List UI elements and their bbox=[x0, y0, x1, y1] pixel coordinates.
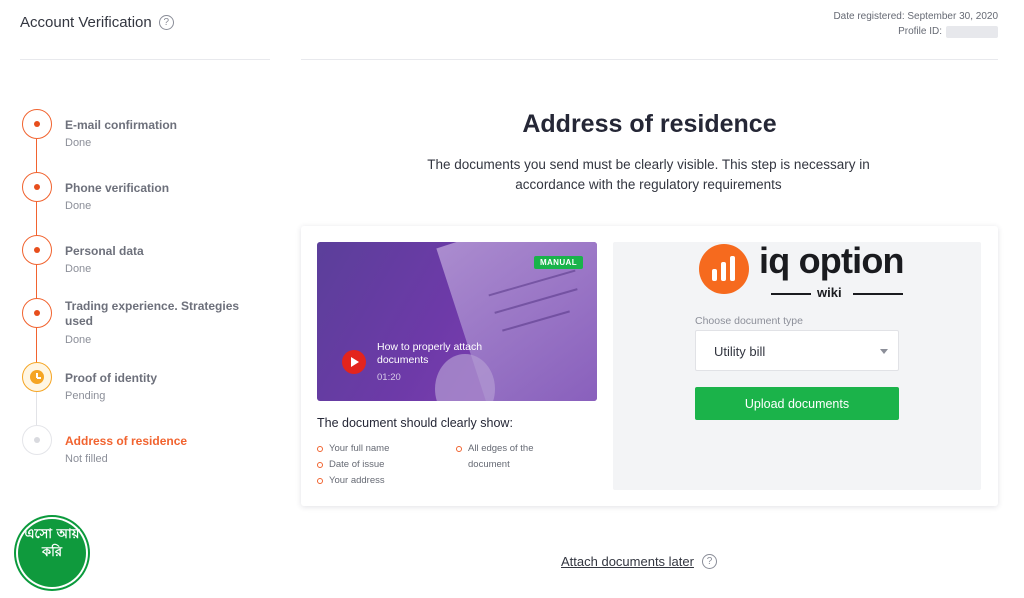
iq-option-wiki-logo: iq option wiki bbox=[699, 240, 909, 306]
requirement-item: Your address bbox=[317, 473, 385, 489]
profile-id-row: Profile ID: bbox=[833, 24, 998, 39]
question-circle-icon[interactable]: ? bbox=[701, 554, 717, 569]
chevron-down-icon bbox=[880, 349, 888, 354]
step-title: Address of residence bbox=[65, 434, 188, 448]
requirement-item: All edges of the document bbox=[456, 441, 556, 473]
bar-chart-logo-icon bbox=[699, 244, 749, 294]
step-done-icon bbox=[22, 298, 52, 328]
step-status: Done bbox=[65, 263, 92, 275]
question-circle-icon[interactable]: ? bbox=[158, 15, 174, 30]
step-title: Phone verification bbox=[65, 181, 170, 195]
document-type-select[interactable]: Utility bill bbox=[695, 330, 899, 371]
verification-steps: E-mail confirmation Done Phone verificat… bbox=[22, 109, 282, 469]
badge-text: এসো আয় করি bbox=[18, 519, 86, 587]
profile-id-redacted bbox=[946, 25, 998, 38]
requirement-item: Date of issue bbox=[317, 457, 384, 473]
document-type-label: Choose document type bbox=[695, 315, 803, 327]
attach-later: Attach documents later ? bbox=[561, 554, 717, 569]
profile-id-label: Profile ID: bbox=[898, 26, 942, 37]
page-title: Account Verification ? bbox=[20, 14, 174, 31]
step-status: Done bbox=[65, 200, 92, 212]
step-status: Done bbox=[65, 334, 92, 346]
bullet-icon bbox=[317, 446, 323, 452]
logo-wiki-text: wiki bbox=[817, 285, 842, 300]
manual-badge: MANUAL bbox=[533, 256, 583, 269]
play-icon[interactable] bbox=[342, 350, 366, 374]
requirement-text: Your full name bbox=[329, 443, 390, 454]
bullet-icon bbox=[317, 478, 323, 484]
requirement-item: Your full name bbox=[317, 441, 389, 457]
video-title[interactable]: How to properly attach documents bbox=[377, 341, 507, 367]
main-divider bbox=[301, 59, 998, 60]
step-status: Pending bbox=[65, 390, 106, 402]
upload-card: MANUAL How to properly attach documents … bbox=[301, 226, 998, 506]
document-upload-panel: iq option wiki Choose document type Util… bbox=[613, 240, 981, 490]
step-empty-icon bbox=[22, 425, 52, 455]
step-title: Trading experience. Strategies used bbox=[65, 299, 240, 328]
step-done-icon bbox=[22, 235, 52, 265]
step-title: Personal data bbox=[65, 244, 144, 258]
section-subtitle: The documents you send must be clearly v… bbox=[427, 157, 870, 192]
progress-line-remaining bbox=[36, 392, 37, 427]
step-title: Proof of identity bbox=[65, 371, 157, 385]
step-done-icon bbox=[22, 109, 52, 139]
step-done-icon bbox=[22, 172, 52, 202]
video-duration: 01:20 bbox=[377, 372, 401, 383]
section-title: Address of residence bbox=[522, 110, 777, 138]
bullet-icon bbox=[317, 462, 323, 468]
step-title: E-mail confirmation bbox=[65, 118, 178, 132]
step-status: Done bbox=[65, 137, 92, 149]
watermark-badge: এসো আয় করি bbox=[16, 517, 88, 589]
logo-text: iq option bbox=[759, 240, 905, 281]
tutorial-video[interactable]: MANUAL How to properly attach documents … bbox=[317, 242, 597, 401]
step-status: Not filled bbox=[65, 453, 108, 465]
sidebar-divider bbox=[20, 59, 270, 60]
page-title-text: Account Verification bbox=[20, 14, 152, 31]
requirements-heading: The document should clearly show: bbox=[317, 416, 513, 430]
requirement-text: Date of issue bbox=[329, 459, 385, 470]
clock-icon bbox=[22, 362, 52, 392]
logo-wiki-row: wiki bbox=[771, 285, 903, 300]
requirement-text: All edges of the document bbox=[468, 443, 534, 470]
upload-documents-button[interactable]: Upload documents bbox=[695, 387, 899, 420]
document-type-value: Utility bill bbox=[714, 344, 766, 359]
bullet-icon bbox=[456, 446, 462, 452]
date-registered: Date registered: September 30, 2020 bbox=[833, 11, 998, 22]
requirement-text: Your address bbox=[329, 475, 385, 486]
attach-later-link[interactable]: Attach documents later bbox=[561, 554, 694, 569]
account-meta: Date registered: September 30, 2020 Prof… bbox=[833, 9, 998, 39]
